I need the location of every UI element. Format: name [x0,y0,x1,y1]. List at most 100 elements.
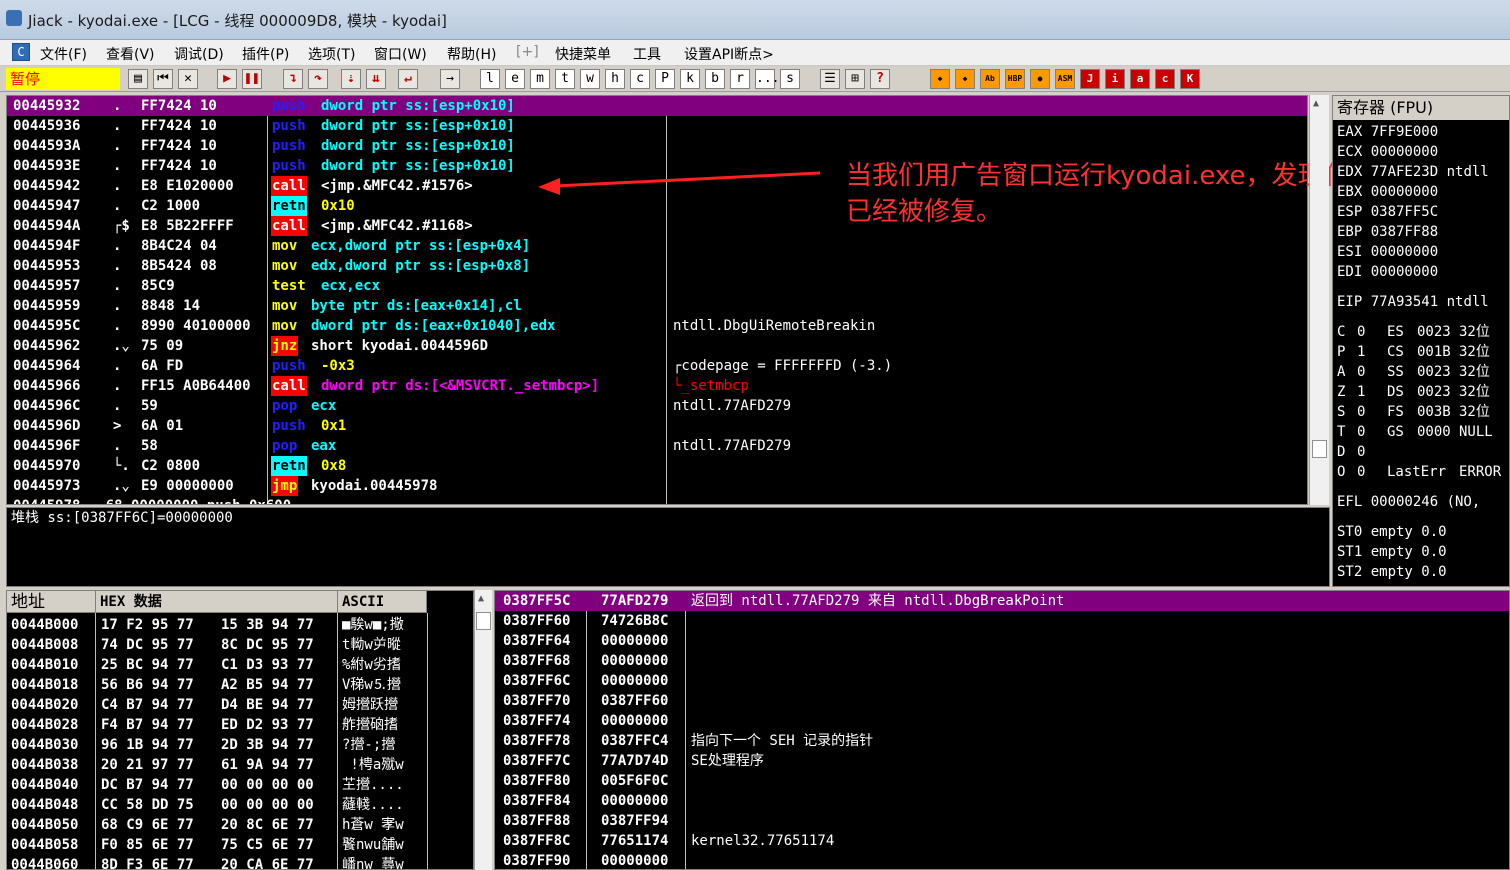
memory-map-button[interactable]: m [530,69,550,89]
stack-row[interactable]: 0387FF80 005F6F0C [495,771,1509,791]
register-row-eip[interactable]: EIP 77A93541 ntdll [1337,292,1489,312]
goto-icon[interactable]: → [440,69,460,89]
fpu-row[interactable]: ST2 empty 0.0 [1337,562,1447,582]
disasm-row[interactable]: 00445964. 6A FD push -0x3 ┌codepage = FFFFFF… [7,356,1307,376]
pause-icon[interactable]: ❚❚ [242,69,262,89]
executable-modules-button[interactable]: e [505,69,525,89]
trace-into-icon[interactable]: ⇣ [341,69,361,89]
disasm-row[interactable]: 00445959. 8848 14 mov byte ptr ds:[eax+0x14… [7,296,1307,316]
menu-plugins[interactable]: 插件(P) [242,44,289,64]
stack-row[interactable]: 0387FF90 00000000 [495,851,1509,869]
dump-address-header[interactable]: 地址 [7,591,96,613]
stack-row[interactable]: 0387FF78 0387FFC4 指向下一个 SEH 记录的指针 [495,731,1509,751]
scroll-up-icon[interactable]: ▲ [478,593,484,604]
dump-row[interactable]: 0044B060 8D F3 6E 77 20 CA 6E 77 嶓nw 蕁w [7,855,473,869]
fpu-row[interactable]: ST0 empty 0.0 [1337,522,1447,542]
help-button[interactable]: ? [870,69,890,89]
app-menu-icon[interactable]: C [12,43,30,61]
stack-row[interactable]: 0387FF7C 77A7D74D SE处理程序 [495,751,1509,771]
open-icon[interactable]: ▤ [128,69,148,89]
handles-button[interactable]: h [605,69,625,89]
threads-button[interactable]: t [555,69,575,89]
register-row[interactable]: EBP 0387FF88 [1337,222,1438,242]
disasm-row[interactable]: 0044596F. 58 pop eax ntdll.77AFD279 [7,436,1307,456]
menu-view[interactable]: 查看(V) [106,44,155,64]
scroll-thumb[interactable] [1312,440,1327,458]
disasm-row[interactable]: 0044595C. 8990 40100000 mov dword ptr ds:[e… [7,316,1307,336]
register-row[interactable]: EAX 7FF9E000 [1337,122,1438,142]
breakpoints-button[interactable]: b [705,69,725,89]
disasm-row[interactable]: 00445936. FF7424 10 push dword ptr ss:[esp+… [7,116,1307,136]
memory-dump-pane[interactable]: 地址 HEX 数据 ASCII 0044B000 17 F2 95 77 15 3B… [6,590,474,870]
menu-help[interactable]: 帮助(H) [447,44,496,64]
stack-row[interactable]: 0387FF70 0387FF60 [495,691,1509,711]
dump-row[interactable]: 0044B048 CC 58 DD 75 00 00 00 00 蘕輚.... [7,795,473,815]
run-trace-button[interactable]: ... [755,69,779,89]
call-stack-button[interactable]: k [680,69,700,89]
run-icon[interactable]: ▶ [217,69,237,89]
plugin-a-button[interactable]: a [1130,69,1150,89]
execute-till-return-icon[interactable]: ↵ [398,69,418,89]
disasm-row[interactable]: 00445973 .⌄ E9 00000000 jmp kyodai.00445978 [7,476,1307,496]
menu-shortcut[interactable]: 快捷菜单 [555,44,611,64]
dump-row[interactable]: 0044B038 20 21 97 77 61 9A 94 77 !梬a殧w [7,755,473,775]
plugin-j-button[interactable]: J [1080,69,1100,89]
patches-button[interactable]: P [655,69,675,89]
dump-row[interactable]: 0044B028 F4 B7 94 77 ED D2 93 77 舴攚硇搘 [7,715,473,735]
dump-ascii-header[interactable]: ASCII [338,591,427,613]
disasm-row[interactable]: 00445966. FF15 A0B64400 call dword ptr ds:[… [7,376,1307,396]
stack-row[interactable]: 0387FF6C 00000000 [495,671,1509,691]
disasm-row[interactable]: 00445947. C2 1000 retn 0x10 [7,196,1307,216]
stack-row[interactable]: 0387FF88 0387FF94 [495,811,1509,831]
dump-row[interactable]: 0044B000 17 F2 95 77 15 3B 94 77 ■騃w■;擏 [7,615,473,635]
plugin-tool-3-icon[interactable]: Ab [980,69,1000,89]
dump-row[interactable]: 0044B010 25 BC 94 77 C1 D3 93 77 %紨w劣搘 [7,655,473,675]
dump-hex-header[interactable]: HEX 数据 [96,591,338,613]
dump-row[interactable]: 0044B008 74 DC 95 77 8C DC 95 77 t軪w屰暰 [7,635,473,655]
menu-options[interactable]: 选项(T) [308,44,355,64]
stack-row[interactable]: 0387FF84 00000000 [495,791,1509,811]
trace-over-icon[interactable]: ⇊ [366,69,386,89]
menu-tools[interactable]: 工具 [633,44,661,64]
asm-button[interactable]: ASM [1055,69,1075,89]
disasm-row[interactable]: 00445953. 8B5424 08 mov edx,dword ptr ss:[e… [7,256,1307,276]
fpu-row[interactable]: ST1 empty 0.0 [1337,542,1447,562]
disasm-row[interactable]: 00445957. 85C9 test ecx,ecx [7,276,1307,296]
dump-scrollbar[interactable]: ▲ [474,590,492,870]
references-button[interactable]: r [730,69,750,89]
disassembly-pane[interactable]: 00445932. FF7424 10 push dword ptr ss:[esp+… [6,95,1308,505]
registers-pane[interactable]: 寄存器 (FPU) EAX 7FF9E000 ECX 00000000 EDX 77… [1332,95,1510,587]
log-window-button[interactable]: l [480,69,500,89]
menu-file[interactable]: 文件(F) [40,44,87,64]
dump-row[interactable]: 0044B018 56 B6 94 77 A2 B5 94 77 V稊w⒌攚 [7,675,473,695]
menu-window[interactable]: 窗口(W) [374,44,427,64]
plugin-tool-2-icon[interactable]: ◆ [955,69,975,89]
stack-row[interactable]: 0387FF74 00000000 [495,711,1509,731]
disasm-row[interactable]: 0044594A ┌$ E8 5B22FFFF call <jmp.&MFC42.#11… [7,216,1307,236]
stack-row[interactable]: 0387FF8C 77651174 kernel32.77651174 [495,831,1509,851]
disassembly-scrollbar[interactable]: ▲ [1309,95,1329,505]
dump-row[interactable]: 0044B040 DC B7 94 77 00 00 00 00 芏攚.... [7,775,473,795]
plugin-i-button[interactable]: i [1105,69,1125,89]
list-icon[interactable]: ☰ [820,69,840,89]
menu-plus[interactable]: [+] [516,44,539,60]
disasm-row[interactable]: 0044596C. 59 pop ecx ntdll.77AFD279 [7,396,1307,416]
register-row[interactable]: EBX 00000000 [1337,182,1438,202]
disasm-row[interactable]: 0044596D >6A 01 push 0x1 [7,416,1307,436]
stack-pane[interactable]: 0387FF5C 77AFD279 返回到 ntdll.77AFD279 来自 nt… [494,590,1510,870]
register-row[interactable]: ESP 0387FF5C [1337,202,1438,222]
restart-icon[interactable]: ⏮ [153,69,173,89]
source-button[interactable]: s [780,69,800,89]
menu-debug[interactable]: 调试(D) [174,44,224,64]
register-row[interactable]: ESI 00000000 [1337,242,1438,262]
step-over-icon[interactable]: ↷ [308,69,328,89]
options-icon[interactable]: ⊞ [845,69,865,89]
close-icon[interactable]: ✕ [178,69,198,89]
register-row[interactable]: EDX 77AFE23D ntdll [1337,162,1489,182]
dump-row[interactable]: 0044B058 F0 85 6E 77 75 C5 6E 77 饏nwu舗w [7,835,473,855]
step-into-icon[interactable]: ↴ [283,69,303,89]
plugin-tool-5-icon[interactable]: ● [1030,69,1050,89]
disasm-row[interactable]: 00445970 └. C2 0800 retn 0x8 [7,456,1307,476]
register-row[interactable]: ECX 00000000 [1337,142,1438,162]
disasm-row[interactable]: 00445962 .⌄ 75 09 jnz short kyodai.0044596D [7,336,1307,356]
